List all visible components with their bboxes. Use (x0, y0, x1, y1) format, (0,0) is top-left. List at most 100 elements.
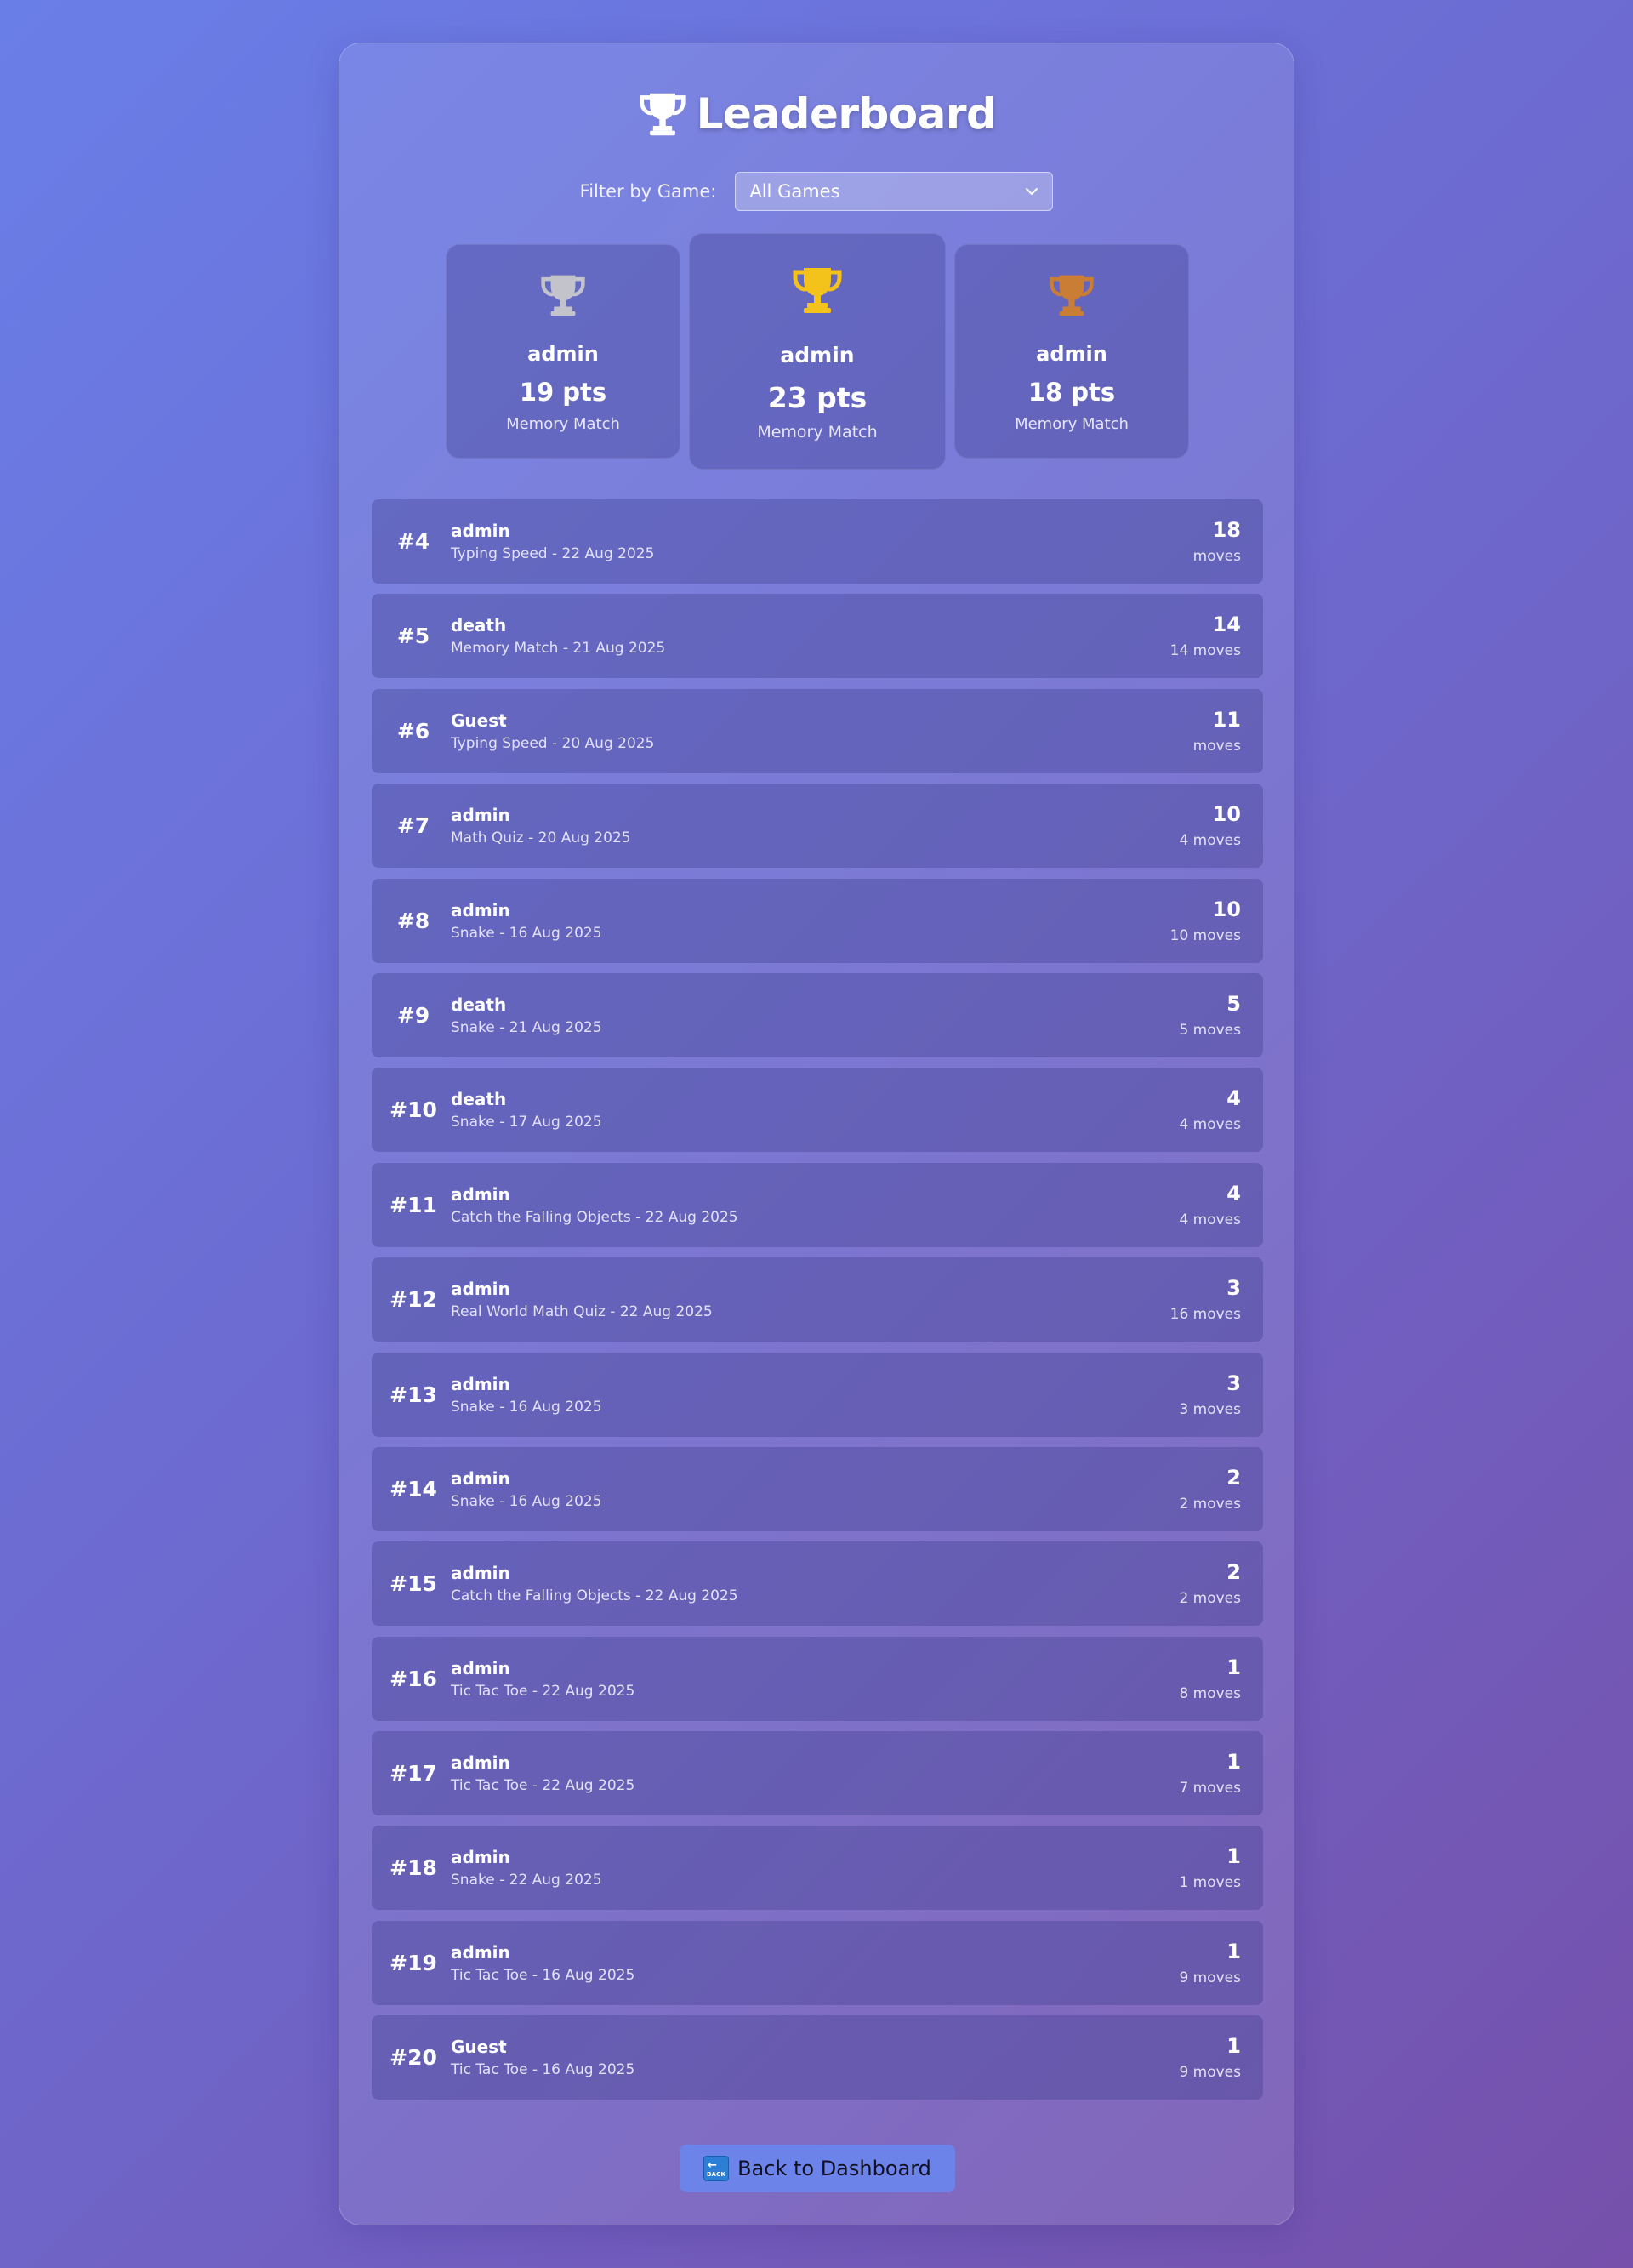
player-name: death (451, 615, 507, 636)
game-date: Real World Math Quiz - 22 Aug 2025 (451, 1303, 713, 1321)
game-date: Tic Tac Toe - 22 Aug 2025 (451, 1682, 635, 1700)
moves-count: 9 moves (1179, 1969, 1241, 1986)
back-button-label: Back to Dashboard (737, 2157, 931, 2180)
game-date: Catch the Falling Objects - 22 Aug 2025 (451, 1208, 738, 1226)
rank-label: #15 (390, 1571, 437, 1597)
game-date: Math Quiz - 20 Aug 2025 (451, 829, 631, 847)
back-to-dashboard-button[interactable]: ← BACK Back to Dashboard (680, 2145, 955, 2192)
rank-label: #5 (396, 624, 430, 649)
game-filter-select[interactable]: All Games (735, 172, 1054, 211)
moves-count: 4 moves (1179, 1211, 1241, 1228)
podium-score: 18 pts (1027, 378, 1116, 407)
moves-count: 4 moves (1179, 832, 1241, 850)
score-value: 18 (1212, 518, 1241, 542)
leaderboard-row: #5 death Memory Match - 21 Aug 2025 14 1… (372, 594, 1263, 679)
leaderboard-row: #8 admin Snake - 16 Aug 2025 10 10 moves (372, 878, 1263, 963)
game-date: Tic Tac Toe - 16 Aug 2025 (451, 1966, 635, 1984)
score-value: 2 (1226, 1560, 1241, 1585)
player-name: admin (451, 1657, 510, 1678)
leaderboard-row: #7 admin Math Quiz - 20 Aug 2025 10 4 mo… (372, 784, 1263, 869)
player-name: admin (451, 1563, 510, 1584)
game-date: Snake - 21 Aug 2025 (451, 1018, 602, 1036)
leaderboard-row: #16 admin Tic Tac Toe - 22 Aug 2025 1 8 … (372, 1636, 1263, 1721)
game-date: Typing Speed - 20 Aug 2025 (451, 734, 655, 752)
player-name: admin (451, 1279, 510, 1300)
moves-count: moves (1192, 548, 1241, 565)
score-value: 1 (1226, 1939, 1241, 1963)
player-name: admin (451, 1752, 510, 1774)
leaderboard-list: #4 admin Typing Speed - 22 Aug 2025 18 m… (372, 499, 1263, 2111)
score-value: 1 (1226, 1750, 1241, 1775)
game-filter-selected: All Games (749, 181, 840, 202)
podium-first-place: admin 23 pts Memory Match (689, 233, 946, 470)
rank-label: #13 (390, 1382, 437, 1407)
moves-count: 14 moves (1169, 642, 1241, 660)
rank-label: #16 (390, 1666, 437, 1691)
game-date: Typing Speed - 22 Aug 2025 (451, 545, 655, 562)
score-value: 2 (1226, 1465, 1241, 1490)
moves-count: 7 moves (1179, 1780, 1241, 1798)
silver-trophy-icon (541, 275, 585, 316)
moves-count: 2 moves (1179, 1495, 1241, 1513)
leaderboard-row: #18 admin Snake - 22 Aug 2025 1 1 moves (372, 1826, 1263, 1911)
moves-count: 10 moves (1169, 926, 1241, 944)
podium-score: 23 pts (767, 381, 868, 414)
leaderboard-row: #6 Guest Typing Speed - 20 Aug 2025 11 m… (372, 688, 1263, 773)
rank-label: #17 (390, 1761, 437, 1786)
gold-trophy-icon (793, 268, 842, 313)
leaderboard-row: #15 admin Catch the Falling Objects - 22… (372, 1541, 1263, 1627)
podium-player-name: admin (780, 343, 855, 368)
leaderboard-row: #20 Guest Tic Tac Toe - 16 Aug 2025 1 9 … (372, 2015, 1263, 2100)
podium-game: Memory Match (757, 423, 878, 442)
rank-label: #19 (390, 1950, 437, 1975)
player-name: admin (451, 1373, 510, 1394)
player-name: admin (451, 1941, 510, 1963)
rank-label: #4 (396, 529, 430, 554)
score-value: 11 (1212, 707, 1241, 732)
player-name: Guest (451, 709, 507, 731)
rank-label: #6 (396, 718, 430, 744)
rank-label: #14 (390, 1476, 437, 1502)
moves-count: 1 moves (1179, 1874, 1241, 1892)
score-value: 4 (1226, 1181, 1241, 1205)
game-date: Memory Match - 21 Aug 2025 (451, 640, 666, 658)
game-date: Tic Tac Toe - 22 Aug 2025 (451, 1777, 635, 1795)
leaderboard-row: #19 admin Tic Tac Toe - 16 Aug 2025 1 9 … (372, 1920, 1263, 2005)
score-value: 14 (1212, 613, 1241, 637)
podium-score: 19 pts (519, 378, 607, 407)
player-name: death (451, 1089, 507, 1110)
podium-third-place: admin 18 pts Memory Match (954, 244, 1189, 459)
moves-count: 4 moves (1179, 1116, 1241, 1134)
moves-count: moves (1192, 737, 1241, 755)
player-name: admin (451, 1467, 510, 1489)
game-date: Snake - 16 Aug 2025 (451, 924, 602, 942)
rank-label: #12 (390, 1287, 437, 1313)
moves-count: 16 moves (1169, 1306, 1241, 1324)
score-value: 3 (1226, 1276, 1241, 1301)
filter-label: Filter by Game: (579, 181, 717, 202)
score-value: 10 (1212, 897, 1241, 921)
leaderboard-row: #12 admin Real World Math Quiz - 22 Aug … (372, 1257, 1263, 1342)
game-date: Snake - 22 Aug 2025 (451, 1872, 602, 1889)
score-value: 1 (1226, 2034, 1241, 2059)
rank-label: #20 (390, 2045, 437, 2071)
player-name: admin (451, 1847, 510, 1868)
page-title: Leaderboard (696, 89, 997, 139)
rank-label: #8 (396, 908, 430, 933)
leaderboard-row: #9 death Snake - 21 Aug 2025 5 5 moves (372, 972, 1263, 1057)
podium-game: Memory Match (1015, 415, 1129, 433)
leaderboard-row: #17 admin Tic Tac Toe - 22 Aug 2025 1 7 … (372, 1731, 1263, 1816)
leaderboard-row: #10 death Snake - 17 Aug 2025 4 4 moves (372, 1068, 1263, 1153)
trophy-icon (640, 93, 686, 136)
score-value: 1 (1226, 1844, 1241, 1869)
leaderboard-row: #14 admin Snake - 16 Aug 2025 2 2 moves (372, 1446, 1263, 1531)
podium-second-place: admin 19 pts Memory Match (446, 244, 680, 459)
rank-label: #9 (396, 1002, 430, 1028)
game-filter: Filter by Game: All Games (339, 171, 1294, 212)
score-value: 3 (1226, 1370, 1241, 1395)
moves-count: 8 moves (1179, 1684, 1241, 1702)
leaderboard-row: #11 admin Catch the Falling Objects - 22… (372, 1162, 1263, 1247)
bronze-trophy-icon (1050, 275, 1094, 316)
leaderboard-row: #13 admin Snake - 16 Aug 2025 3 3 moves (372, 1352, 1263, 1437)
moves-count: 5 moves (1179, 1021, 1241, 1039)
